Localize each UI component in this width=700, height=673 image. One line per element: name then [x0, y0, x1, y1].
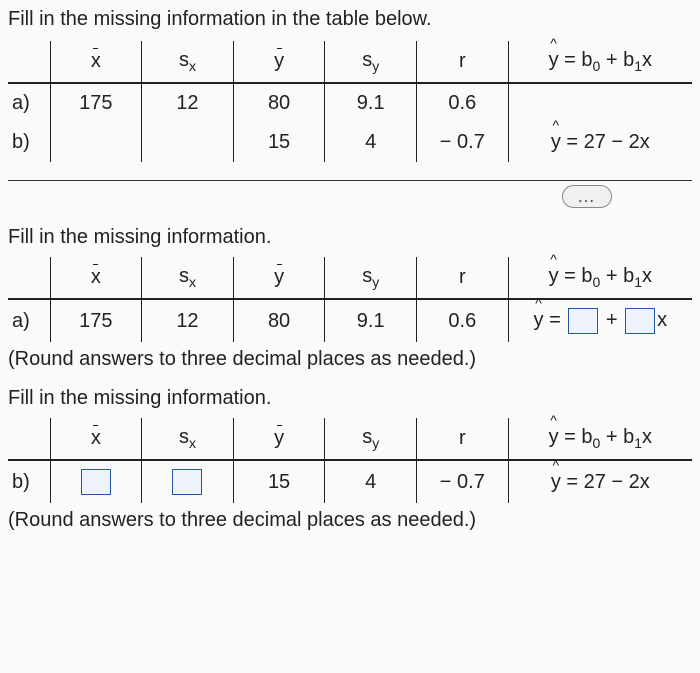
subhead-a: Fill in the missing information. — [8, 226, 692, 249]
round-note-b: (Round answers to three decimal places a… — [8, 509, 692, 532]
b1-input[interactable] — [625, 308, 655, 334]
sx-input[interactable] — [172, 469, 202, 495]
col-xbar: x — [50, 41, 142, 83]
b0-input[interactable] — [568, 308, 598, 334]
table-row: b) 15 4 − 0.7 y = 27 − 2x — [8, 460, 692, 503]
xbar-input[interactable] — [81, 469, 111, 495]
divider — [8, 180, 692, 181]
col-sy: sy — [325, 41, 417, 83]
round-note-a: (Round answers to three decimal places a… — [8, 348, 692, 371]
main-prompt: Fill in the missing information in the t… — [8, 8, 692, 31]
table-row: b) 15 4 − 0.7 y = 27 − 2x — [8, 123, 692, 162]
given-table: x sx y sy r y = b0 + b1x a) 175 12 80 9.… — [8, 41, 692, 162]
col-sx: sx — [142, 41, 234, 83]
col-ybar: y — [233, 41, 325, 83]
answer-table-b: x sx y sy r y = b0 + b1x b) 15 4 − 0.7 y… — [8, 418, 692, 503]
table-row: a) 175 12 80 9.1 0.6 — [8, 83, 692, 123]
col-r: r — [417, 41, 509, 83]
answer-table-a: x sx y sy r y = b0 + b1x a) 175 12 80 9.… — [8, 257, 692, 342]
more-button[interactable]: … — [562, 185, 612, 208]
subhead-b: Fill in the missing information. — [8, 387, 692, 410]
col-equation: y = b0 + b1x — [508, 41, 692, 83]
table-row: a) 175 12 80 9.1 0.6 y = + x — [8, 299, 692, 342]
